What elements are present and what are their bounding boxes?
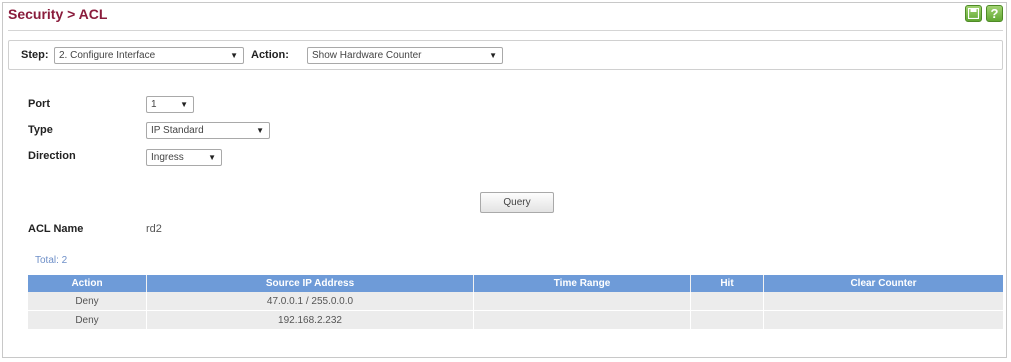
- col-hit: Hit: [690, 275, 764, 292]
- col-source-ip: Source IP Address: [146, 275, 474, 292]
- col-clear-counter: Clear Counter: [763, 275, 1003, 292]
- col-time-range: Time Range: [473, 275, 691, 292]
- cell-clear-counter[interactable]: [763, 310, 1003, 330]
- title-divider: [8, 30, 1003, 31]
- chevron-down-icon: ▼: [230, 51, 238, 60]
- table-row: Deny 192.168.2.232: [28, 310, 1003, 330]
- cell-source-ip: 192.168.2.232: [146, 310, 474, 330]
- direction-select-value: Ingress: [151, 152, 184, 163]
- cell-time-range: [473, 292, 691, 311]
- action-label: Action:: [251, 49, 289, 61]
- type-select-value: IP Standard: [151, 125, 204, 136]
- chevron-down-icon: ▼: [180, 100, 188, 109]
- cell-action: Deny: [28, 292, 147, 311]
- cell-hit: [690, 292, 764, 311]
- chevron-down-icon: ▼: [208, 153, 216, 162]
- type-label: Type: [28, 124, 53, 136]
- step-select-value: 2. Configure Interface: [59, 50, 156, 61]
- total-count: Total: 2: [35, 255, 68, 266]
- action-select-value: Show Hardware Counter: [312, 50, 422, 61]
- chevron-down-icon: ▼: [256, 126, 264, 135]
- save-icon[interactable]: [965, 5, 982, 22]
- step-select[interactable]: 2. Configure Interface ▼: [54, 47, 244, 64]
- header-icons: ?: [965, 5, 1003, 22]
- query-button[interactable]: Query: [480, 192, 554, 213]
- page-title: Security > ACL: [8, 6, 108, 22]
- step-label: Step:: [21, 49, 49, 61]
- port-select-value: 1: [151, 99, 157, 110]
- cell-hit: [690, 310, 764, 330]
- acl-name-value: rd2: [146, 223, 162, 235]
- step-action-bar: Step: 2. Configure Interface ▼ Action: S…: [8, 40, 1003, 70]
- table-row: Deny 47.0.0.1 / 255.0.0.0: [28, 292, 1003, 311]
- port-label: Port: [28, 98, 50, 110]
- type-select[interactable]: IP Standard ▼: [146, 122, 270, 139]
- help-icon[interactable]: ?: [986, 5, 1003, 22]
- cell-action: Deny: [28, 310, 147, 330]
- chevron-down-icon: ▼: [489, 51, 497, 60]
- cell-clear-counter[interactable]: [763, 292, 1003, 311]
- cell-source-ip: 47.0.0.1 / 255.0.0.0: [146, 292, 474, 311]
- acl-name-label: ACL Name: [28, 223, 84, 235]
- direction-select[interactable]: Ingress ▼: [146, 149, 222, 166]
- cell-time-range: [473, 310, 691, 330]
- hardware-counter-table: Action Source IP Address Time Range Hit …: [28, 275, 1003, 330]
- port-select[interactable]: 1 ▼: [146, 96, 194, 113]
- col-action: Action: [28, 275, 147, 292]
- action-select[interactable]: Show Hardware Counter ▼: [307, 47, 503, 64]
- table-header-row: Action Source IP Address Time Range Hit …: [28, 275, 1003, 292]
- direction-label: Direction: [28, 150, 76, 162]
